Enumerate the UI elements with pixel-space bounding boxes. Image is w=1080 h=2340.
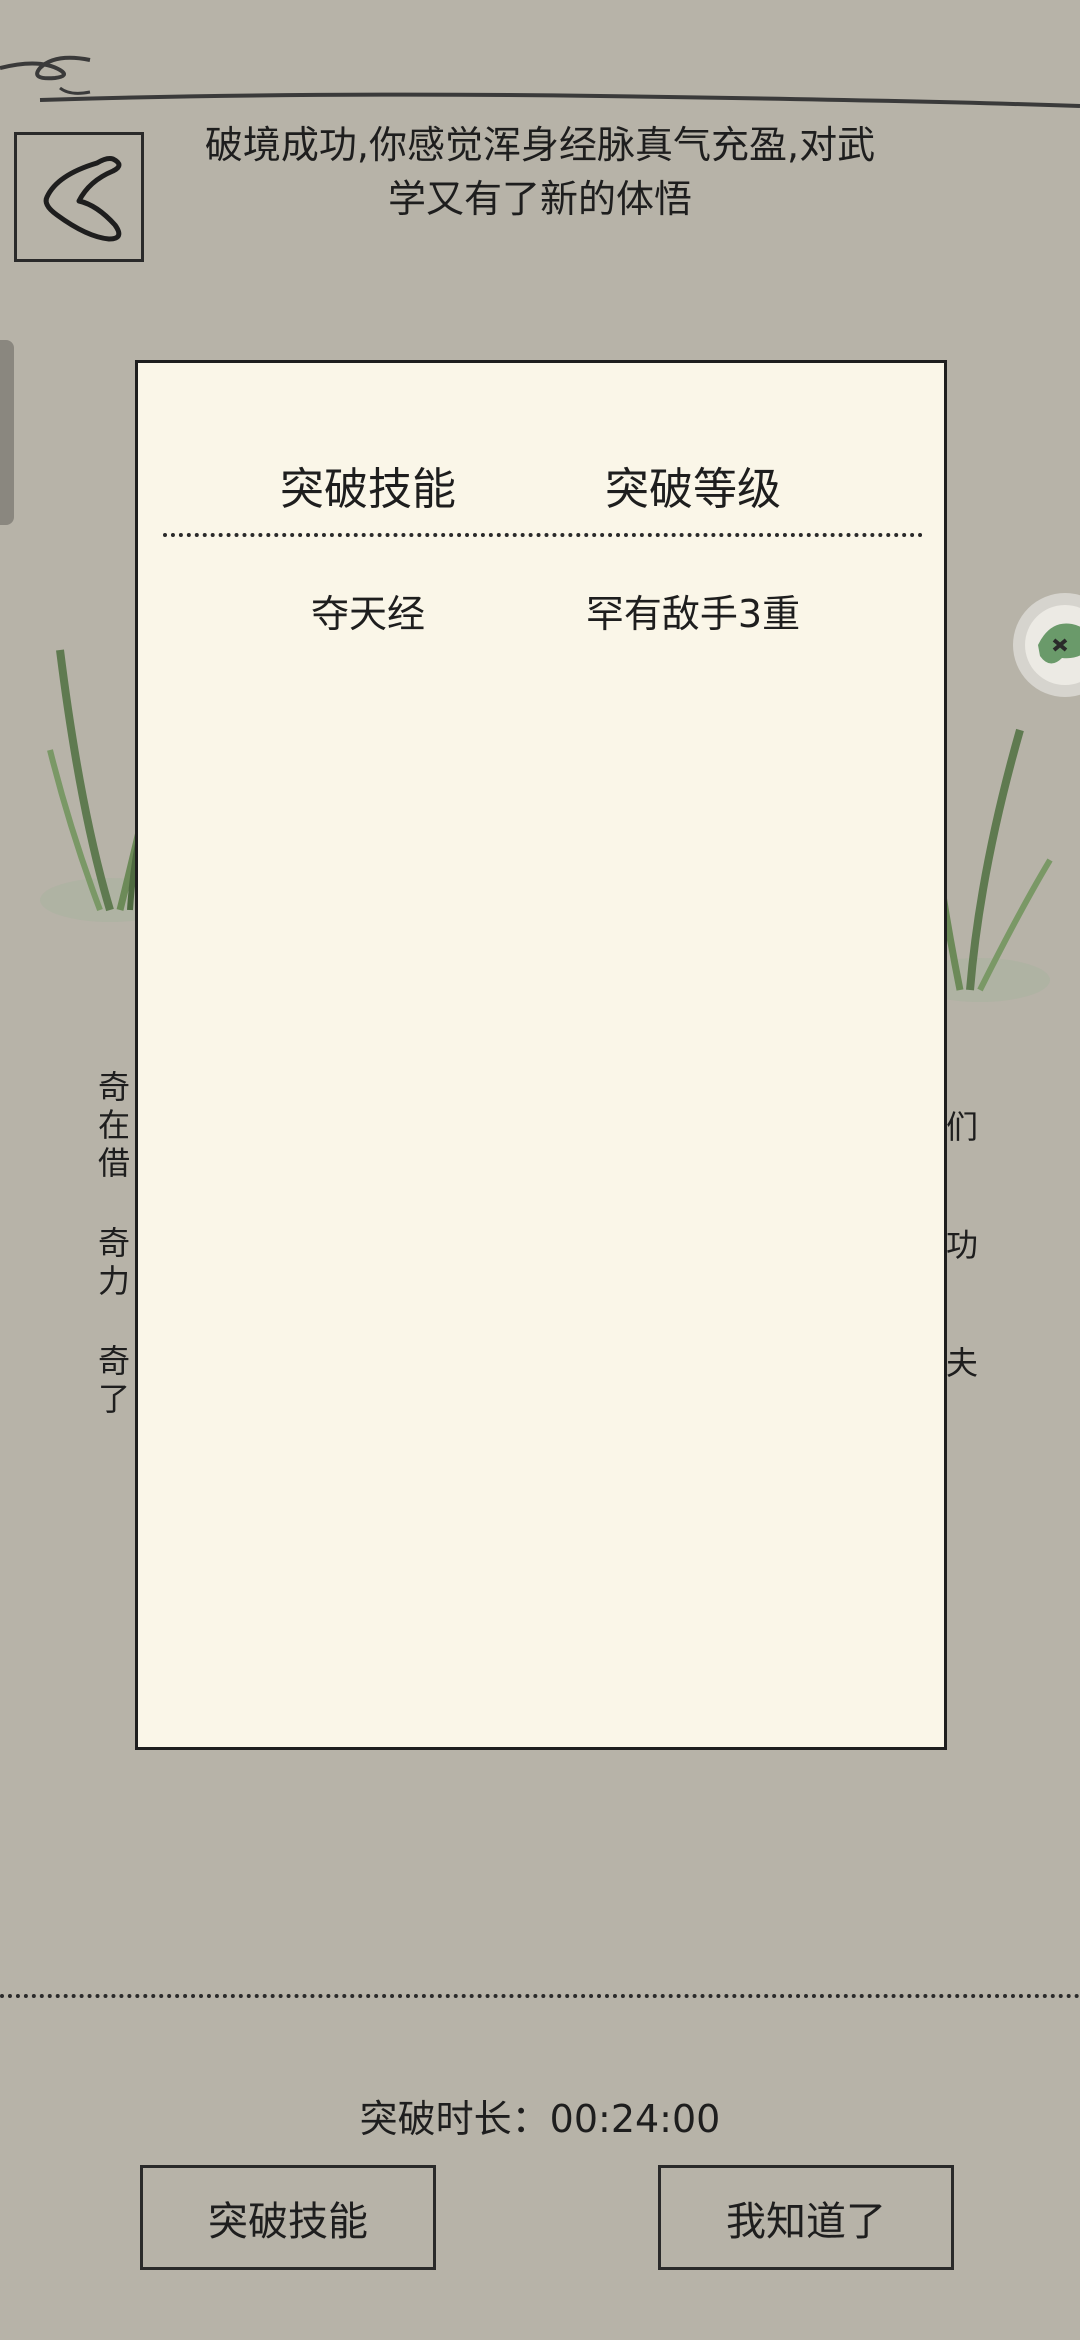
- column-header-skill: 突破技能: [280, 464, 456, 515]
- breakthrough-result-panel: 突破技能 突破等级 夺天经 罕有敌手3重: [135, 360, 947, 1750]
- float-helper-icon[interactable]: [1010, 590, 1080, 700]
- column-header-level: 突破等级: [605, 464, 781, 515]
- bg-text-right-2: 功: [946, 1226, 979, 1264]
- bg-char: 奇: [98, 1224, 131, 1262]
- bg-text-left-group-1: 奇 在 借: [98, 1068, 130, 1182]
- bottom-divider: [0, 1994, 1080, 1998]
- bg-char: 借: [98, 1144, 131, 1182]
- side-drawer-tab[interactable]: [0, 340, 14, 525]
- bg-char: 了: [98, 1380, 131, 1418]
- acknowledge-button[interactable]: 我知道了: [658, 2165, 954, 2270]
- breakthrough-skill-button[interactable]: 突破技能: [140, 2165, 436, 2270]
- bg-text-left-group-2: 奇 力: [98, 1224, 130, 1300]
- top-ink-stroke: [0, 55, 1080, 108]
- breakthrough-duration: 突破时长：00:24:00: [359, 2097, 721, 2141]
- panel-divider: [163, 533, 923, 537]
- back-chevron-icon: [43, 156, 122, 242]
- bg-char: 奇: [98, 1342, 131, 1380]
- breakthrough-message: 破境成功,你感觉浑身经脉真气充盈,对武 学又有了新的体悟: [150, 118, 930, 226]
- table-cell-level: 罕有敌手3重: [585, 592, 801, 636]
- bg-char: 力: [98, 1262, 131, 1300]
- message-line-1: 破境成功,你感觉浑身经脉真气充盈,对武: [204, 123, 876, 167]
- bg-text-right-3: 夫: [946, 1344, 979, 1382]
- bg-char: 在: [98, 1106, 131, 1144]
- bg-text-left-group-3: 奇 了: [98, 1342, 130, 1418]
- bg-char: 奇: [98, 1068, 131, 1106]
- back-button[interactable]: [14, 132, 144, 262]
- table-cell-skill: 夺天经: [310, 592, 425, 636]
- screen: 破境成功,你感觉浑身经脉真气充盈,对武 学又有了新的体悟 奇 在 借 奇 力 奇…: [0, 0, 1080, 2340]
- bg-text-right-1: 们: [946, 1108, 979, 1146]
- message-line-2: 学又有了新的体悟: [387, 177, 692, 221]
